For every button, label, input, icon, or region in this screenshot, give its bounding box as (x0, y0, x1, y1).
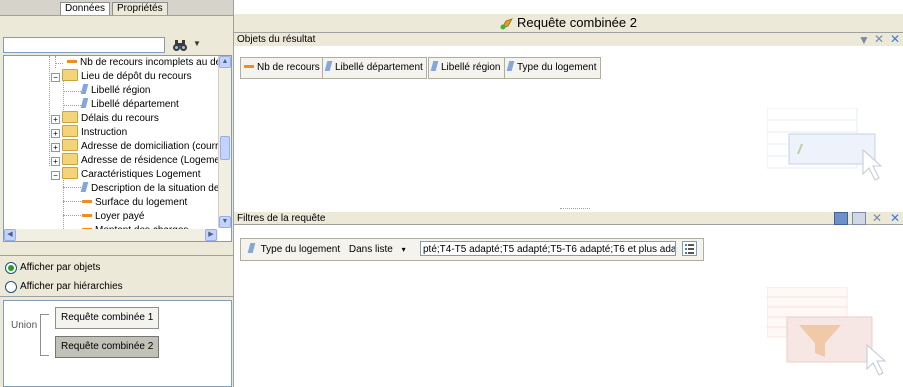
left-panel: Données Propriétés ▼ Nb de recours incom… (0, 0, 234, 387)
tab-proprietes[interactable]: Propriétés (112, 2, 168, 15)
tree-folder[interactable]: Lieu de dépôt du recours (62, 69, 192, 84)
radio-label: Afficher par objets (20, 262, 101, 273)
scroll-thumb[interactable] (220, 136, 230, 160)
divider (0, 296, 233, 297)
tree-item[interactable]: Loyer payé (82, 210, 144, 224)
query-icon (500, 17, 513, 30)
result-objects-header: Objets du résultat (234, 33, 903, 46)
result-object-chip[interactable]: Nb de recours (240, 57, 324, 79)
folder-open-icon (62, 167, 78, 180)
collapse-icon[interactable]: − (51, 73, 60, 82)
tree-vertical-scrollbar[interactable]: ▲ ▼ (218, 56, 231, 228)
tree-item[interactable]: Libellé département (80, 98, 179, 112)
scroll-left-icon[interactable]: ◀ (4, 229, 16, 241)
remove-icon[interactable]: ✕ (872, 211, 882, 225)
remove-all-icon[interactable]: ✕ (890, 211, 900, 225)
collapse-icon[interactable]: − (51, 171, 60, 180)
remove-icon[interactable]: ✕ (874, 32, 884, 46)
search-options-arrow-icon[interactable]: ▼ (193, 39, 201, 48)
tree-folder[interactable]: Instruction (62, 125, 127, 140)
divider (0, 255, 233, 256)
filter-row[interactable]: Type du logement Dans liste ▾ pté;T4-T5 … (240, 238, 704, 261)
tree-item[interactable]: Surface du logement (82, 196, 187, 210)
dimension-icon (247, 243, 256, 254)
drop-objects-watermark-icon (767, 108, 883, 181)
filter-icon[interactable]: ▼ (858, 33, 870, 47)
tree-folder[interactable]: Caractéristiques Logement (62, 167, 201, 182)
radio-by-objects[interactable] (5, 262, 17, 274)
union-label: Union (11, 320, 38, 331)
remove-all-icon[interactable]: ✕ (890, 32, 900, 46)
list-values-icon[interactable] (682, 241, 697, 256)
binoculars-icon[interactable] (172, 37, 188, 53)
result-objects-title: Objets du résultat (237, 34, 316, 45)
folder-icon (62, 111, 78, 124)
query-filters-header: Filtres de la requête (234, 212, 903, 225)
page-title: Requête combinée 2 (517, 15, 637, 30)
result-object-chip[interactable]: Libellé département (322, 57, 427, 79)
scroll-up-icon[interactable]: ▲ (219, 56, 231, 68)
tab-donnees[interactable]: Données (60, 2, 111, 15)
tree-folder[interactable]: Délais du recours (62, 111, 159, 126)
nested-filter-icon[interactable] (852, 212, 866, 225)
dimension-icon (80, 84, 89, 95)
folder-open-icon (62, 69, 78, 82)
scroll-right-icon[interactable]: ▶ (205, 229, 217, 241)
splitter-handle[interactable] (560, 208, 590, 211)
tree-folder[interactable]: Adresse de domiciliation (courrie (62, 139, 226, 154)
filter-field: Type du logement (260, 244, 341, 255)
dimension-icon (430, 61, 439, 72)
search-input[interactable] (3, 37, 165, 53)
query-title-bar: Requête combinée 2 (234, 14, 903, 33)
tree-item[interactable]: Nb de recours incomplets au dép (67, 56, 227, 70)
expand-icon[interactable]: + (51, 143, 60, 152)
tree-horizontal-scrollbar[interactable]: ◀ ▶ (4, 229, 218, 241)
operator-dropdown-icon[interactable]: ▾ (402, 245, 406, 254)
filter-value-field[interactable]: pté;T4-T5 adapté;T5 adapté;T5-T6 adapté;… (420, 241, 676, 256)
folder-icon (62, 125, 78, 138)
expand-icon[interactable]: + (51, 157, 60, 166)
radio-label: Afficher par hiérarchies (20, 281, 123, 292)
dimension-icon (80, 98, 89, 109)
dimension-icon (80, 182, 89, 193)
filter-operator[interactable]: Dans liste (349, 244, 393, 255)
radio-by-hierarchies[interactable] (5, 281, 17, 293)
query-filters-title: Filtres de la requête (237, 213, 326, 224)
measure-icon (67, 59, 77, 63)
tree-item[interactable]: Description de la situation de (80, 182, 219, 196)
object-tree: Nb de recours incomplets au dép − Lieu d… (3, 55, 232, 242)
folder-icon (62, 153, 78, 166)
tree-folder[interactable]: Adresse de résidence (Logemen (62, 153, 226, 168)
union-bracket (40, 314, 49, 356)
measure-icon (82, 213, 92, 217)
query-combinee-1-button[interactable]: Requête combinée 1 (55, 307, 160, 329)
scroll-down-icon[interactable]: ▼ (219, 216, 231, 228)
expand-icon[interactable]: + (51, 115, 60, 124)
expand-icon[interactable]: + (51, 129, 60, 138)
result-object-chip[interactable]: Type du logement (504, 57, 601, 79)
measure-icon (82, 199, 92, 203)
drop-filters-watermark-icon (767, 287, 887, 376)
folder-icon (62, 139, 78, 152)
tree-item[interactable]: Libellé région (80, 84, 151, 98)
dimension-icon (506, 61, 515, 72)
query-combinee-2-button[interactable]: Requête combinée 2 (55, 336, 160, 358)
add-filter-icon[interactable] (834, 212, 848, 225)
result-object-chip[interactable]: Libellé région (428, 57, 505, 79)
measure-icon (244, 64, 254, 68)
dimension-icon (324, 61, 333, 72)
